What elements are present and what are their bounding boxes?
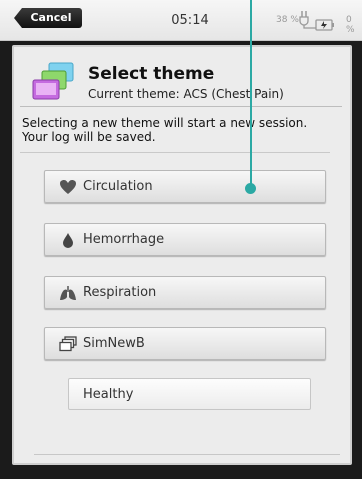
theme-option-label: Circulation <box>83 179 153 194</box>
clock: 05:14 <box>171 13 209 28</box>
annotation-pointer-line <box>250 0 252 188</box>
theme-option-circulation[interactable]: Circulation <box>44 170 326 203</box>
themes-stack-icon <box>32 62 74 100</box>
theme-option-label: Respiration <box>83 285 157 300</box>
info-line-1: Selecting a new theme will start a new s… <box>22 116 308 130</box>
info-text: Selecting a new theme will start a new s… <box>22 116 344 144</box>
status-overflow-text: 0 % <box>346 15 355 35</box>
current-theme-label: Current theme: ACS (Chest Pain) <box>88 87 284 101</box>
theme-option-healthy[interactable]: Healthy <box>68 378 311 410</box>
theme-option-hemorrhage[interactable]: Hemorrhage <box>44 223 326 256</box>
lungs-icon <box>60 286 76 300</box>
theme-option-simnewb[interactable]: SimNewB <box>44 327 326 360</box>
status-bar: Cancel 05:14 38 % 0 % <box>0 0 362 41</box>
theme-option-label: Healthy <box>83 387 134 402</box>
dialog-title: Select theme <box>88 64 215 84</box>
windows-stack-icon <box>59 336 77 352</box>
plug-battery-icon <box>299 11 334 31</box>
divider <box>34 454 340 455</box>
cancel-button[interactable]: Cancel <box>14 8 82 28</box>
heart-icon <box>60 180 76 194</box>
divider <box>20 152 330 153</box>
theme-option-label: SimNewB <box>83 336 145 351</box>
info-line-2: Your log will be saved. <box>22 130 156 144</box>
divider <box>20 106 342 107</box>
theme-option-respiration[interactable]: Respiration <box>44 276 326 309</box>
blood-drop-icon <box>63 233 73 248</box>
theme-option-label: Hemorrhage <box>83 232 165 247</box>
annotation-pointer-dot <box>245 183 256 194</box>
